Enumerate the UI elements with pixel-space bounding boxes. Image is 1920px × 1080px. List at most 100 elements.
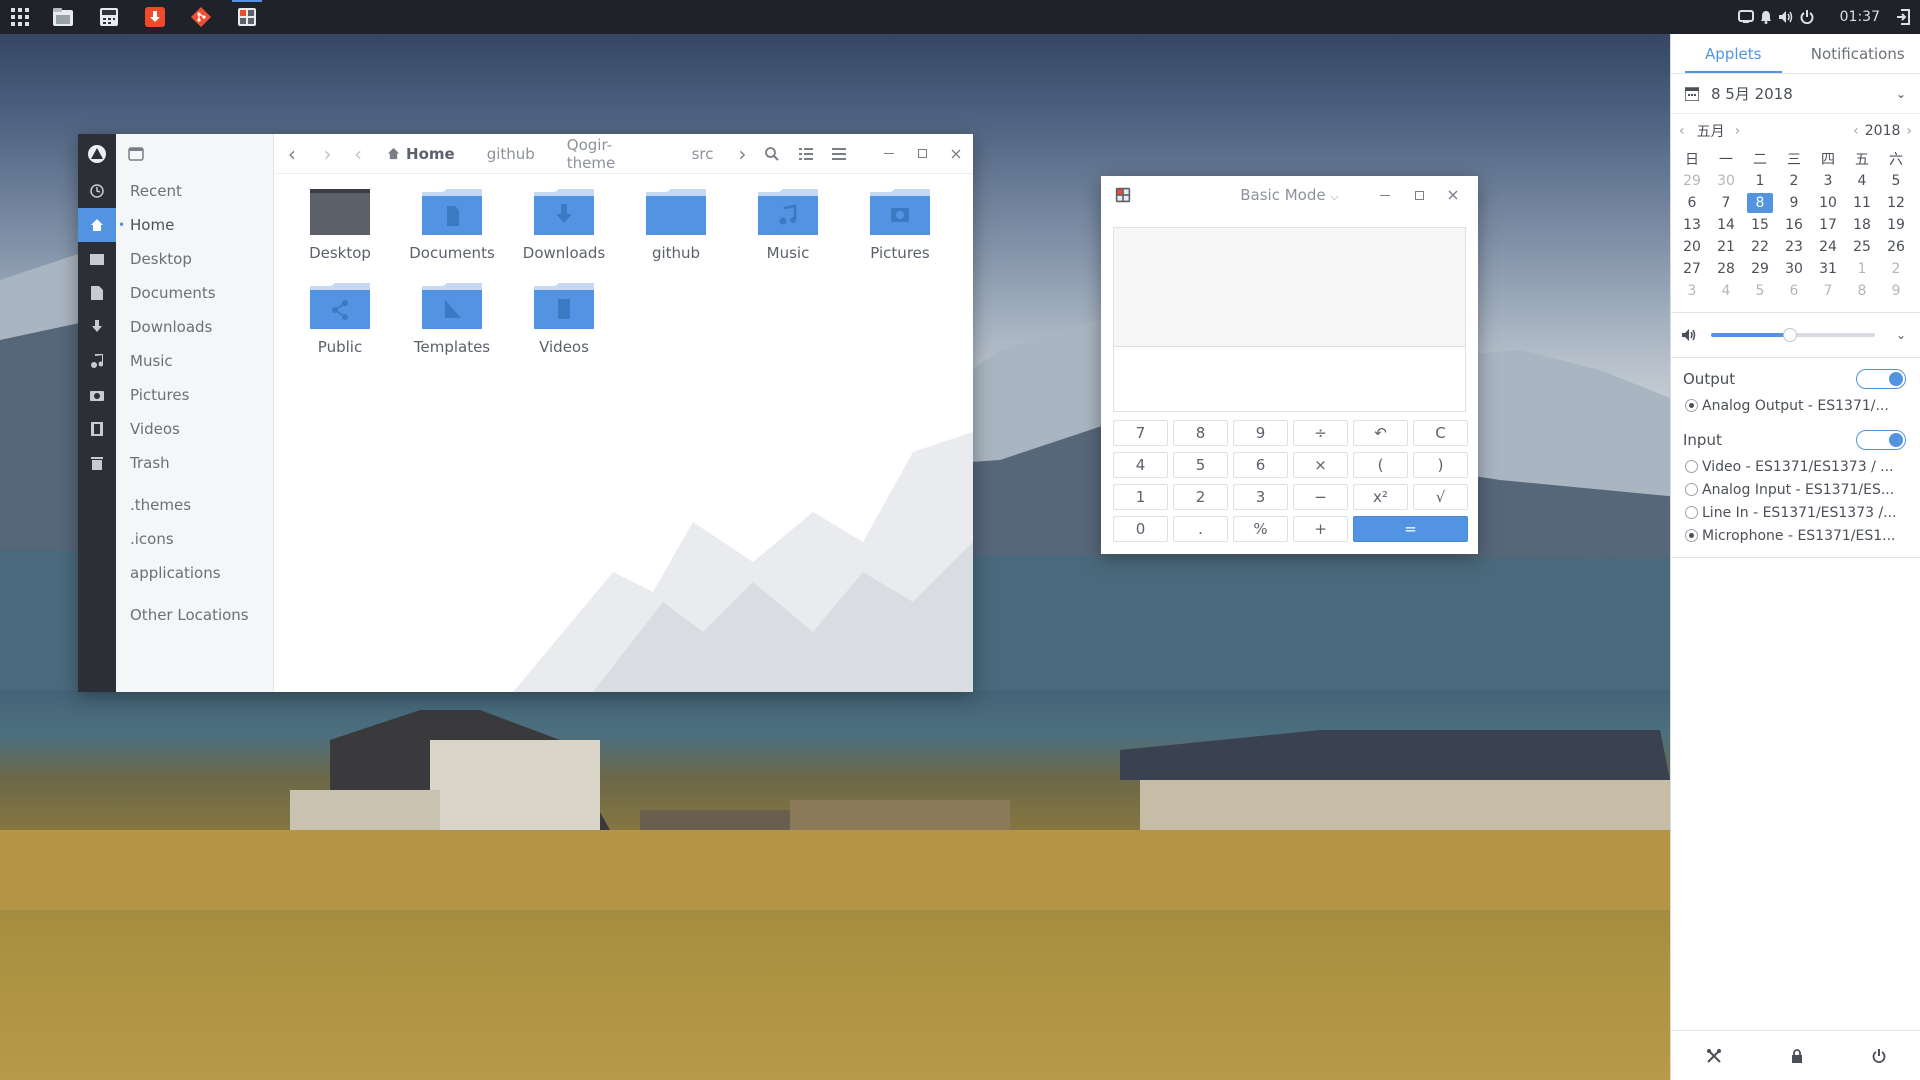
key-clear[interactable]: C [1413, 420, 1468, 446]
settings-tools-icon[interactable] [1706, 1048, 1722, 1064]
key-decimal[interactable]: . [1173, 516, 1228, 542]
strip-pictures[interactable] [78, 378, 116, 412]
sidebar-item-other-locations[interactable]: Other Locations [116, 598, 273, 632]
strip-music[interactable] [78, 344, 116, 378]
folder-documents[interactable]: Documents [396, 188, 508, 274]
volume-slider-handle[interactable] [1782, 328, 1797, 342]
key-add[interactable]: + [1293, 516, 1348, 542]
folder-music[interactable]: Music [732, 188, 844, 274]
maximize-button[interactable] [906, 134, 940, 174]
strip-trash[interactable] [78, 446, 116, 480]
breadcrumb-src[interactable]: src [676, 134, 730, 174]
strip-logo[interactable] [78, 134, 116, 174]
volume-icon[interactable] [1778, 10, 1794, 24]
calendar-day[interactable]: 23 [1777, 236, 1811, 258]
calendar-day[interactable]: 31 [1811, 258, 1845, 280]
key-divide[interactable]: ÷ [1293, 420, 1348, 446]
sidebar-item-home[interactable]: Home [116, 208, 273, 242]
app-launcher-button[interactable] [0, 0, 40, 34]
key-open-paren[interactable]: ( [1353, 452, 1408, 478]
search-button[interactable] [755, 134, 789, 174]
folder-videos[interactable]: Videos [508, 282, 620, 368]
key-3[interactable]: 3 [1233, 484, 1288, 510]
input-device-item[interactable]: Line In - ES1371/ES1373 /... [1671, 501, 1920, 524]
strip-recent[interactable] [78, 174, 116, 208]
folder-public[interactable]: Public [284, 282, 396, 368]
calendar-day[interactable]: 29 [1743, 258, 1777, 280]
sidebar-item-pictures[interactable]: Pictures [116, 378, 273, 412]
sidebar-item-videos[interactable]: Videos [116, 412, 273, 446]
calendar-day[interactable]: 4 [1845, 170, 1879, 192]
calendar-day[interactable]: 6 [1777, 280, 1811, 302]
clock[interactable]: 01:37 [1840, 9, 1880, 25]
taskbar-calculator[interactable] [86, 0, 132, 34]
key-close-paren[interactable]: ) [1413, 452, 1468, 478]
input-toggle[interactable] [1856, 430, 1906, 450]
folder-desktop[interactable]: Desktop [284, 188, 396, 274]
prev-month-icon[interactable]: ‹ [1679, 123, 1685, 139]
key-4[interactable]: 4 [1113, 452, 1168, 478]
back-button[interactable]: ‹ [274, 134, 310, 174]
strip-desktop[interactable] [78, 242, 116, 276]
path-scroll-right[interactable]: › [730, 134, 756, 174]
sidebar-item-themes[interactable]: .themes [116, 488, 273, 522]
calc-input-field[interactable] [1113, 346, 1466, 412]
calendar-day[interactable]: 2 [1777, 170, 1811, 192]
calendar-day[interactable]: 6 [1675, 192, 1709, 214]
output-device-item[interactable]: Analog Output - ES1371/... [1671, 394, 1920, 417]
sidebar-item-trash[interactable]: Trash [116, 446, 273, 480]
calendar-day[interactable]: 2 [1879, 258, 1913, 280]
calendar-day[interactable]: 25 [1845, 236, 1879, 258]
strip-documents[interactable] [78, 276, 116, 310]
sidebar-item-music[interactable]: Music [116, 344, 273, 378]
input-device-item[interactable]: Microphone - ES1371/ES1... [1671, 524, 1920, 547]
calendar-day[interactable]: 8 [1845, 280, 1879, 302]
sidebar-toggle-icon[interactable] [128, 147, 144, 161]
calendar-day[interactable]: 3 [1811, 170, 1845, 192]
key-sqrt[interactable]: √ [1413, 484, 1468, 510]
calendar-day[interactable]: 12 [1879, 192, 1913, 214]
key-9[interactable]: 9 [1233, 420, 1288, 446]
taskbar-downloader[interactable] [132, 0, 178, 34]
folder-downloads[interactable]: Downloads [508, 188, 620, 274]
key-7[interactable]: 7 [1113, 420, 1168, 446]
folder-templates[interactable]: Templates [396, 282, 508, 368]
calendar-day[interactable]: 11 [1845, 192, 1879, 214]
view-list-button[interactable] [789, 134, 823, 174]
sidebar-item-recent[interactable]: Recent [116, 174, 273, 208]
forward-button[interactable]: › [310, 134, 346, 174]
calendar-day[interactable]: 30 [1777, 258, 1811, 280]
breadcrumb-home[interactable]: Home [371, 134, 471, 174]
prev-year-icon[interactable]: ‹ [1853, 123, 1859, 139]
calendar-day[interactable]: 3 [1675, 280, 1709, 302]
minimize-button[interactable] [872, 134, 906, 174]
taskbar-files[interactable] [40, 0, 86, 34]
calendar-day[interactable]: 30 [1709, 170, 1743, 192]
output-toggle[interactable] [1856, 369, 1906, 389]
key-square[interactable]: x² [1353, 484, 1408, 510]
calendar-day[interactable]: 9 [1777, 192, 1811, 214]
calendar-day[interactable]: 5 [1743, 280, 1777, 302]
calendar-day[interactable]: 24 [1811, 236, 1845, 258]
calc-close-button[interactable] [1436, 176, 1470, 214]
calendar-day[interactable]: 26 [1879, 236, 1913, 258]
key-2[interactable]: 2 [1173, 484, 1228, 510]
taskbar-git[interactable] [178, 0, 224, 34]
sidebar-item-icons[interactable]: .icons [116, 522, 273, 556]
calendar-day[interactable]: 4 [1709, 280, 1743, 302]
next-month-icon[interactable]: › [1735, 123, 1741, 139]
calendar-day[interactable]: 17 [1811, 214, 1845, 236]
sidebar-item-applications[interactable]: applications [116, 556, 273, 590]
folder-github[interactable]: github [620, 188, 732, 274]
calendar-day[interactable]: 14 [1709, 214, 1743, 236]
date-row[interactable]: 8 5月 2018 ⌄ [1671, 74, 1920, 114]
tab-notifications[interactable]: Notifications [1796, 34, 1920, 73]
chevron-down-icon[interactable]: ⌄ [1896, 328, 1906, 342]
key-8[interactable]: 8 [1173, 420, 1228, 446]
input-device-item[interactable]: Analog Input - ES1371/ES... [1671, 478, 1920, 501]
screen-icon[interactable] [1737, 10, 1754, 24]
key-5[interactable]: 5 [1173, 452, 1228, 478]
calendar-day[interactable]: 22 [1743, 236, 1777, 258]
calendar-day[interactable]: 13 [1675, 214, 1709, 236]
key-undo[interactable]: ↶ [1353, 420, 1408, 446]
